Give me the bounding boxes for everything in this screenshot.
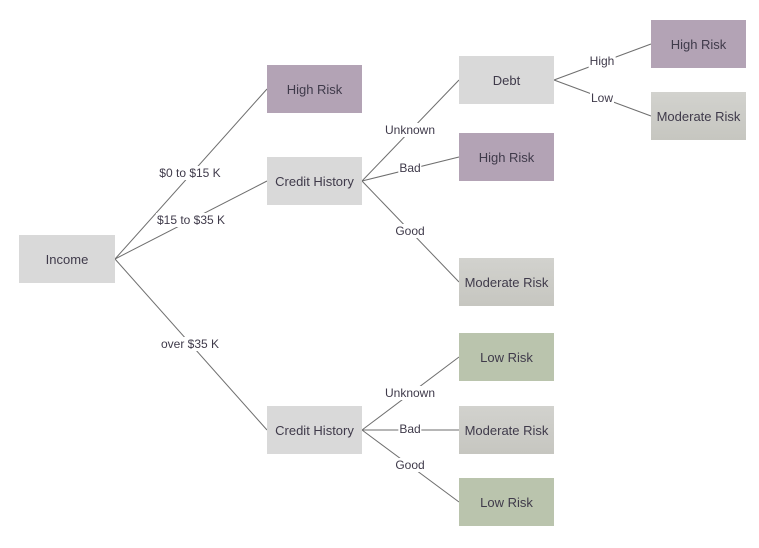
node-high-risk-high-debt[interactable]: High Risk (651, 20, 746, 68)
edge-label-income-over-35: over $35 K (159, 337, 221, 351)
node-low-risk-unknown-credit[interactable]: Low Risk (459, 333, 554, 381)
edge-label-ch1-unknown: Unknown (383, 123, 437, 137)
node-high-risk-income[interactable]: High Risk (267, 65, 362, 113)
edge-label-debt-high: High (588, 54, 616, 68)
edge-label-income-15-35: $15 to $35 K (155, 213, 227, 227)
decision-tree-canvas: Income High Risk Credit History Credit H… (0, 0, 759, 548)
node-low-risk-good-credit[interactable]: Low Risk (459, 478, 554, 526)
edge-label-ch1-good: Good (394, 224, 426, 238)
node-income[interactable]: Income (19, 235, 115, 283)
node-credit-history-mid-income[interactable]: Credit History (267, 157, 362, 205)
edge-label-income-0-15: $0 to $15 K (158, 166, 222, 180)
edge-label-ch2-bad: Bad (398, 422, 422, 436)
node-moderate-risk-bad-credit[interactable]: Moderate Risk (459, 406, 554, 454)
edge-label-debt-low: Low (589, 91, 615, 105)
edge-label-ch2-good: Good (394, 458, 426, 472)
node-high-risk-bad-credit[interactable]: High Risk (459, 133, 554, 181)
node-credit-history-high-income[interactable]: Credit History (267, 406, 362, 454)
node-debt[interactable]: Debt (459, 56, 554, 104)
node-moderate-risk-low-debt[interactable]: Moderate Risk (651, 92, 746, 140)
edge-label-ch1-bad: Bad (398, 161, 422, 175)
edge-label-ch2-unknown: Unknown (383, 386, 437, 400)
node-moderate-risk-good-credit[interactable]: Moderate Risk (459, 258, 554, 306)
